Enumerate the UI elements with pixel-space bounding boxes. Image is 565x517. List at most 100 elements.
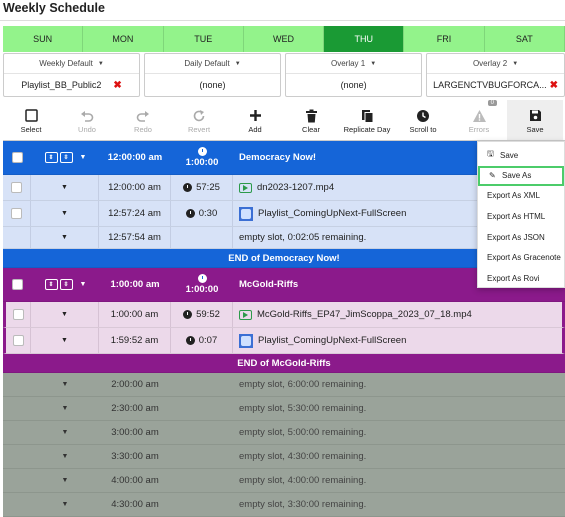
errors-button[interactable]: 0 Errors (451, 100, 507, 140)
weekly-default-label[interactable]: Weekly Default ▼ (4, 54, 140, 74)
save-button[interactable]: Save (507, 100, 563, 140)
caret-down-icon[interactable]: ▼ (62, 381, 69, 388)
caret-down-icon[interactable]: ▼ (62, 429, 69, 436)
clear-icon[interactable]: ✖ (113, 80, 121, 91)
daily-default-select[interactable]: Daily Default ▼ (none) (144, 53, 282, 97)
menu-item-export-rovi[interactable]: Export As Rovi (478, 268, 564, 289)
item-name: dn2023-1207.mp4 (257, 182, 335, 193)
revert-button[interactable]: Revert (171, 100, 227, 140)
caret-down-icon[interactable]: ▼ (62, 405, 69, 412)
tab-sun[interactable]: SUN (3, 26, 84, 52)
caret-down-icon: ▼ (97, 60, 104, 67)
caret-down-icon[interactable]: ▼ (61, 234, 68, 241)
undo-button[interactable]: Undo (59, 100, 115, 140)
caret-down-icon[interactable]: ▼ (61, 311, 68, 318)
defaults-bar: Weekly Default ▼ Playlist_BB_Public2 ✖ Dai… (3, 53, 565, 97)
caret-down-icon[interactable]: ▼ (62, 477, 69, 484)
copy-icon (361, 107, 374, 125)
menu-item-export-gracenote[interactable]: Export As Gracenote (478, 247, 564, 268)
block-start-time: 12:00:00 am (107, 151, 163, 163)
toolbar: Select Undo Redo Revert Add Clear Replic… (3, 100, 565, 141)
scroll-to-button[interactable]: Scroll to (395, 100, 451, 140)
overlay1-value[interactable]: (none) (286, 74, 421, 96)
page-title: Weekly Schedule (3, 1, 105, 15)
item-time: 3:00:00 am (111, 427, 159, 438)
tab-tue[interactable]: TUE (163, 26, 244, 52)
select-button[interactable]: Select (3, 100, 59, 140)
overlay2-select[interactable]: Overlay 2 ▼ LARGENCTVBUGFORCA... ✖ (426, 53, 565, 97)
playlist-icon (239, 333, 253, 348)
expand-icon[interactable]: ⇳ (59, 152, 73, 163)
table-row-empty[interactable]: ▼ 3:30:00 am empty slot, 4:30:00 remaini… (3, 445, 565, 469)
item-name: empty slot, 3:30:00 remaining. (239, 499, 367, 510)
table-row-empty[interactable]: ▼ 2:30:00 am empty slot, 5:30:00 remaini… (3, 397, 565, 421)
item-time: 12:57:24 am (99, 201, 171, 226)
item-name: empty slot, 4:00:00 remaining. (239, 475, 367, 486)
row-checkbox[interactable] (12, 335, 24, 346)
plus-icon (249, 107, 262, 125)
menu-item-save[interactable]: 🖫 Save (478, 145, 564, 166)
menu-item-export-xml[interactable]: Export As XML (478, 186, 564, 207)
table-row[interactable]: ▼ 1:59:52 am 0:07 Playlist_ComingUpNext-… (3, 328, 565, 354)
caret-down-icon[interactable]: ▼ (62, 453, 69, 460)
overlay2-value[interactable]: LARGENCTVBUGFORCA... ✖ (427, 74, 564, 96)
daily-default-label[interactable]: Daily Default ▼ (145, 54, 281, 74)
table-row-empty[interactable]: ▼ 3:00:00 am empty slot, 5:00:00 remaini… (3, 421, 565, 445)
caret-down-icon[interactable]: ▼ (61, 210, 68, 217)
block-start-time: 1:00:00 am (110, 279, 160, 290)
clear-icon[interactable]: ✖ (550, 80, 558, 91)
weekly-default-value[interactable]: Playlist_BB_Public2 ✖ (4, 74, 139, 96)
caret-down-icon[interactable]: ▼ (61, 184, 68, 191)
overlay1-label[interactable]: Overlay 1 ▼ (286, 54, 422, 74)
table-row-empty[interactable]: ▼ 2:00:00 am empty slot, 6:00:00 remaini… (3, 373, 565, 397)
caret-down-icon[interactable]: ▼ (80, 154, 87, 161)
table-row-empty[interactable]: ▼ 4:00:00 am empty slot, 4:00:00 remaini… (3, 469, 565, 493)
item-duration: 0:30 (198, 208, 218, 219)
table-row[interactable]: ▼ 1:00:00 am 59:52 McGold-Riffs_EP47_Jim… (3, 302, 565, 328)
checkbox-icon (24, 107, 38, 125)
table-row-empty[interactable]: ▼ 4:30:00 am empty slot, 3:30:00 remaini… (3, 493, 565, 517)
undo-icon (80, 107, 94, 125)
row-checkbox[interactable] (12, 309, 24, 320)
block-checkbox[interactable] (11, 279, 23, 290)
revert-icon (192, 107, 206, 125)
menu-item-save-as[interactable]: ✎ Save As (478, 165, 564, 186)
caret-down-icon[interactable]: ▼ (61, 337, 68, 344)
item-time: 3:30:00 am (111, 451, 159, 462)
item-time: 1:59:52 am (99, 328, 171, 353)
caret-down-icon[interactable]: ▼ (80, 281, 87, 288)
overlay2-label[interactable]: Overlay 2 ▼ (427, 54, 564, 74)
item-time: 4:30:00 am (111, 499, 159, 510)
clear-button[interactable]: Clear (283, 100, 339, 140)
replicate-day-button[interactable]: Replicate Day (339, 100, 395, 140)
overlay1-select[interactable]: Overlay 1 ▼ (none) (285, 53, 423, 97)
playlist-icon (239, 206, 253, 221)
weekly-default-select[interactable]: Weekly Default ▼ Playlist_BB_Public2 ✖ (3, 53, 141, 97)
tab-thu[interactable]: THU (324, 26, 405, 52)
expand-icon[interactable]: ⇳ (59, 279, 73, 290)
collapse-icon[interactable]: ⇕ (44, 279, 58, 290)
caret-down-icon[interactable]: ▼ (62, 501, 69, 508)
item-duration: 0:07 (198, 335, 218, 346)
video-icon (239, 309, 252, 320)
caret-down-icon: ▼ (234, 60, 241, 67)
row-checkbox[interactable] (11, 208, 22, 219)
item-name: empty slot, 4:30:00 remaining. (239, 451, 367, 462)
redo-icon (136, 107, 150, 125)
daily-default-value[interactable]: (none) (145, 74, 280, 96)
tab-mon[interactable]: MON (83, 26, 164, 52)
clock-icon (185, 336, 195, 345)
collapse-icon[interactable]: ⇕ (44, 152, 58, 163)
tab-sat[interactable]: SAT (484, 26, 565, 52)
tab-wed[interactable]: WED (243, 26, 325, 52)
row-checkbox[interactable] (11, 182, 22, 193)
menu-item-export-html[interactable]: Export As HTML (478, 206, 564, 227)
menu-item-export-json[interactable]: Export As JSON (478, 227, 564, 248)
save-icon: 🖫 (487, 149, 494, 159)
block-checkbox[interactable] (11, 152, 23, 163)
item-time: 12:00:00 am (99, 175, 171, 200)
tab-fri[interactable]: FRI (404, 26, 485, 52)
item-name: Playlist_ComingUpNext-FullScreen (258, 208, 407, 219)
add-button[interactable]: Add (227, 100, 283, 140)
redo-button[interactable]: Redo (115, 100, 171, 140)
